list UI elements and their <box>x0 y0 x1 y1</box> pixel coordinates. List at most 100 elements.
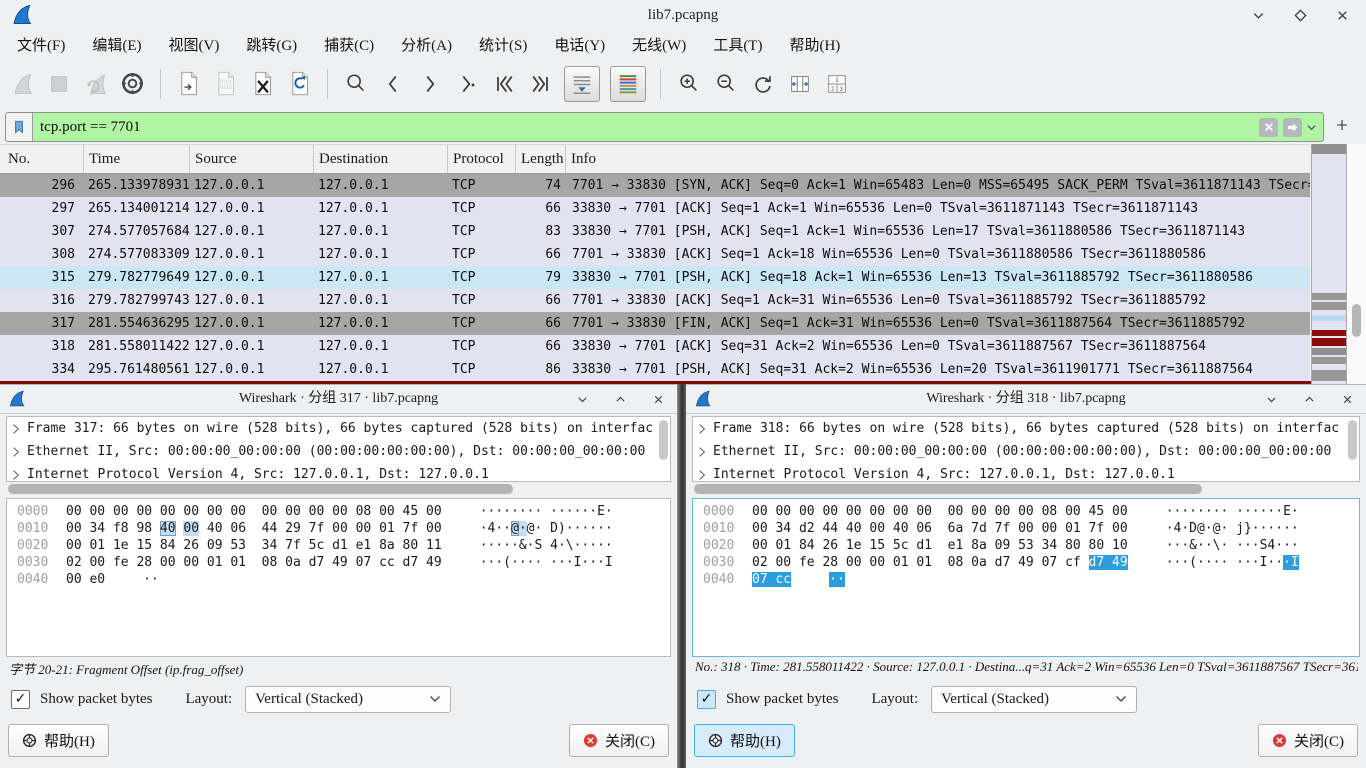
expand-icon[interactable] <box>698 469 706 481</box>
tree-scrollbar-thumb[interactable] <box>1348 420 1357 460</box>
minimize-button[interactable] <box>1264 392 1279 407</box>
packet-row-318[interactable]: 318281.558011422127.0.0.1127.0.0.1TCP663… <box>0 335 1310 358</box>
find-packet-icon[interactable] <box>342 70 369 97</box>
tree-hscrollbar[interactable] <box>692 483 1360 495</box>
tree-item-ip[interactable]: Internet Protocol Version 4, Src: 127.0.… <box>7 463 670 482</box>
column-header-info[interactable]: Info <box>566 145 1310 173</box>
help-button[interactable]: 帮助(H) <box>694 724 795 757</box>
hex-bytes[interactable]: 00 00 00 00 00 00 00 00 00 00 00 00 08 0… <box>66 503 442 520</box>
hex-line-0010[interactable]: 001000 34 d2 44 40 00 40 06 6a 7d 7f 00 … <box>693 520 1359 537</box>
tree-item-ip[interactable]: Internet Protocol Version 4, Src: 127.0.… <box>693 463 1359 482</box>
zoom-out-icon[interactable] <box>712 70 739 97</box>
close-window-button[interactable] <box>651 392 666 407</box>
menu-item-view[interactable]: 视图(V) <box>163 32 226 57</box>
packet-detail-tree[interactable]: Frame 317: 66 bytes on wire (528 bits), … <box>6 416 671 482</box>
column-header-time[interactable]: Time <box>84 145 190 173</box>
hex-ascii[interactable]: ·· <box>829 571 845 588</box>
close-window-button[interactable] <box>1335 8 1350 23</box>
menu-item-analyze[interactable]: 分析(A) <box>395 32 458 57</box>
menu-item-help[interactable]: 帮助(H) <box>783 32 846 57</box>
stop-capture-icon[interactable] <box>45 70 72 97</box>
hex-bytes[interactable]: 00 00 00 00 00 00 00 00 00 00 00 00 08 0… <box>752 503 1128 520</box>
hex-bytes[interactable]: 00 01 84 26 1e 15 5c d1 e1 8a 09 53 34 8… <box>752 537 1128 554</box>
close-window-button[interactable] <box>1340 392 1355 407</box>
zoom-in-icon[interactable] <box>675 70 702 97</box>
hex-line-0020[interactable]: 002000 01 1e 15 84 26 09 53 34 7f 5c d1 … <box>7 537 670 554</box>
hex-ascii[interactable]: ·····&·S 4·\····· <box>480 537 613 554</box>
hex-ascii[interactable]: ···(···· ···I···I <box>1166 554 1299 571</box>
column-header-no[interactable]: No. <box>0 145 84 173</box>
column-header-destination[interactable]: Destination <box>314 145 448 173</box>
hex-line-0040[interactable]: 004007 cc·· <box>693 571 1359 588</box>
show-packet-bytes-checkbox[interactable]: ✓ <box>697 690 716 709</box>
expand-icon[interactable] <box>698 423 706 435</box>
filter-clear-button[interactable] <box>1259 118 1278 137</box>
hex-ascii[interactable]: ·· <box>143 571 159 588</box>
go-last-icon[interactable] <box>527 70 554 97</box>
capture-options-icon[interactable] <box>119 70 146 97</box>
column-header-protocol[interactable]: Protocol <box>448 145 516 173</box>
expand-icon[interactable] <box>698 446 706 458</box>
hex-line-0030[interactable]: 003002 00 fe 28 00 00 01 01 08 0a d7 49 … <box>693 554 1359 571</box>
save-file-icon[interactable]: 01010110 <box>212 70 239 97</box>
packet-detail-tree[interactable]: Frame 318: 66 bytes on wire (528 bits), … <box>692 416 1360 482</box>
zoom-reset-icon[interactable] <box>749 70 776 97</box>
go-to-packet-icon[interactable] <box>453 70 480 97</box>
hex-ascii[interactable]: ········ ······E· <box>480 503 613 520</box>
menu-item-file[interactable]: 文件(F) <box>11 32 71 57</box>
tree-item-ethernet[interactable]: Ethernet II, Src: 00:00:00_00:00:00 (00:… <box>693 440 1359 463</box>
packet-list-minimap[interactable] <box>1311 144 1347 384</box>
close-dialog-button[interactable]: 关闭(C) <box>569 724 669 757</box>
close-file-icon[interactable] <box>249 70 276 97</box>
expand-icon[interactable] <box>12 446 20 458</box>
hex-bytes[interactable]: 00 e0 <box>66 571 105 588</box>
expand-icon[interactable] <box>12 423 20 435</box>
layout-select[interactable]: Vertical (Stacked) <box>245 686 451 713</box>
menu-item-statistics[interactable]: 统计(S) <box>473 32 533 57</box>
packet-row-296[interactable]: 296265.133978931127.0.0.1127.0.0.1TCP747… <box>0 174 1310 197</box>
close-dialog-button[interactable]: 关闭(C) <box>1258 724 1358 757</box>
packet-bytes-pane[interactable]: 000000 00 00 00 00 00 00 00 00 00 00 00 … <box>6 498 671 657</box>
packet-row-334[interactable]: 334295.761480561127.0.0.1127.0.0.1TCP863… <box>0 358 1310 381</box>
hex-ascii[interactable]: ·4·D@·@· j}······ <box>1166 520 1299 537</box>
hex-line-0000[interactable]: 000000 00 00 00 00 00 00 00 00 00 00 00 … <box>693 503 1359 520</box>
expand-icon[interactable] <box>12 469 20 481</box>
auto-scroll-icon[interactable] <box>564 66 600 102</box>
show-packet-bytes-checkbox[interactable]: ✓ <box>11 690 30 709</box>
menu-item-telephony[interactable]: 电话(Y) <box>548 32 611 57</box>
hex-bytes[interactable]: 00 34 d2 44 40 00 40 06 6a 7d 7f 00 00 0… <box>752 520 1128 537</box>
go-back-icon[interactable] <box>379 70 406 97</box>
hex-bytes[interactable]: 00 34 f8 98 40 00 40 06 44 29 7f 00 00 0… <box>66 520 442 537</box>
hex-ascii[interactable]: ········ ······E· <box>1166 503 1299 520</box>
maximize-button[interactable] <box>613 392 628 407</box>
filter-add-button[interactable]: + <box>1331 112 1353 140</box>
hex-ascii[interactable]: ···(···· ···I···I <box>480 554 613 571</box>
menu-item-capture[interactable]: 捕获(C) <box>318 32 380 57</box>
packet-row-316[interactable]: 316279.782799743127.0.0.1127.0.0.1TCP667… <box>0 289 1310 312</box>
filter-bookmark-button[interactable] <box>6 113 33 141</box>
menu-item-wireless[interactable]: 无线(W) <box>626 32 692 57</box>
filter-dropdown-icon[interactable] <box>1307 124 1316 131</box>
help-button[interactable]: 帮助(H) <box>8 724 109 757</box>
packet-row-317[interactable]: 317281.554636295127.0.0.1127.0.0.1TCP667… <box>0 312 1310 335</box>
packet-list-scrollbar[interactable] <box>1347 144 1366 384</box>
hex-ascii[interactable]: ·4··@·@· D)······ <box>480 520 613 537</box>
hex-line-0010[interactable]: 001000 34 f8 98 40 00 40 06 44 29 7f 00 … <box>7 520 670 537</box>
go-first-icon[interactable] <box>490 70 517 97</box>
tree-item-frame[interactable]: Frame 318: 66 bytes on wire (528 bits), … <box>693 417 1359 440</box>
packet-row-308[interactable]: 308274.577083309127.0.0.1127.0.0.1TCP667… <box>0 243 1310 266</box>
tree-item-frame[interactable]: Frame 317: 66 bytes on wire (528 bits), … <box>7 417 670 440</box>
hex-bytes[interactable]: 02 00 fe 28 00 00 01 01 08 0a d7 49 07 c… <box>66 554 442 571</box>
hex-line-0030[interactable]: 003002 00 fe 28 00 00 01 01 08 0a d7 49 … <box>7 554 670 571</box>
start-capture-icon[interactable] <box>8 70 35 97</box>
hex-bytes[interactable]: 07 cc <box>752 571 791 588</box>
column-header-source[interactable]: Source <box>190 145 314 173</box>
menu-item-go[interactable]: 跳转(G) <box>240 32 303 57</box>
open-file-icon[interactable] <box>175 70 202 97</box>
tree-hscrollbar-thumb[interactable] <box>694 484 1202 494</box>
packet-bytes-pane[interactable]: 000000 00 00 00 00 00 00 00 00 00 00 00 … <box>692 498 1360 657</box>
tree-hscrollbar[interactable] <box>6 483 671 495</box>
hex-line-0040[interactable]: 004000 e0·· <box>7 571 670 588</box>
tree-scrollbar-thumb[interactable] <box>659 420 668 460</box>
minimize-button[interactable] <box>1251 8 1266 23</box>
